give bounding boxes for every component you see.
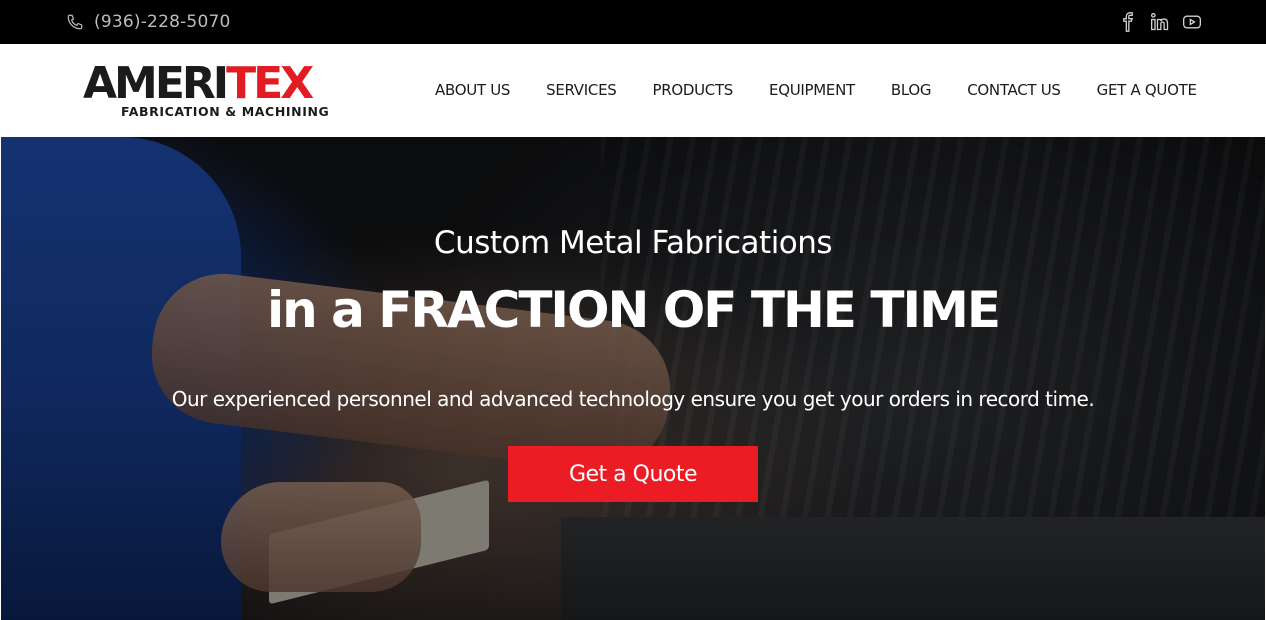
youtube-link[interactable] <box>1182 12 1202 32</box>
nav-services[interactable]: SERVICES <box>546 81 617 99</box>
hero-description: Our experienced personnel and advanced t… <box>171 387 1095 411</box>
phone-number: (936)-228-5070 <box>94 12 231 32</box>
phone-link[interactable]: (936)-228-5070 <box>66 11 231 33</box>
top-bar: (936)-228-5070 <box>0 0 1266 44</box>
logo-text-dark: AMERI <box>83 58 229 109</box>
youtube-icon <box>1183 15 1201 29</box>
nav-get-a-quote[interactable]: GET A QUOTE <box>1097 81 1197 99</box>
nav-blog[interactable]: BLOG <box>891 81 932 99</box>
linkedin-icon <box>1151 13 1169 31</box>
logo-wordmark: AMERITEX <box>83 58 314 109</box>
hero-subtitle: Custom Metal Fabrications <box>433 225 833 261</box>
nav-about-us[interactable]: ABOUT US <box>435 81 510 99</box>
main-nav: ABOUT US SERVICES PRODUCTS EQUIPMENT BLO… <box>435 80 1197 100</box>
site-header: AMERITEX FABRICATION & MACHINING ABOUT U… <box>1 44 1265 137</box>
linkedin-link[interactable] <box>1150 12 1170 32</box>
hero-content: Custom Metal Fabrications in a FRACTION … <box>1 137 1265 620</box>
phone-icon <box>67 14 83 30</box>
nav-equipment[interactable]: EQUIPMENT <box>769 81 855 99</box>
hero-title: in a FRACTION OF THE TIME <box>266 281 1001 339</box>
logo-tagline: FABRICATION & MACHINING <box>121 104 330 119</box>
hero-section: Custom Metal Fabrications in a FRACTION … <box>1 137 1265 620</box>
facebook-link[interactable] <box>1118 12 1138 32</box>
logo-text-red: TEX <box>226 58 314 109</box>
get-a-quote-button[interactable]: Get a Quote <box>508 446 758 502</box>
social-links <box>1118 11 1202 33</box>
facebook-icon <box>1123 12 1134 32</box>
nav-contact-us[interactable]: CONTACT US <box>967 81 1061 99</box>
nav-products[interactable]: PRODUCTS <box>652 81 733 99</box>
site-logo[interactable]: AMERITEX FABRICATION & MACHINING <box>83 61 375 123</box>
